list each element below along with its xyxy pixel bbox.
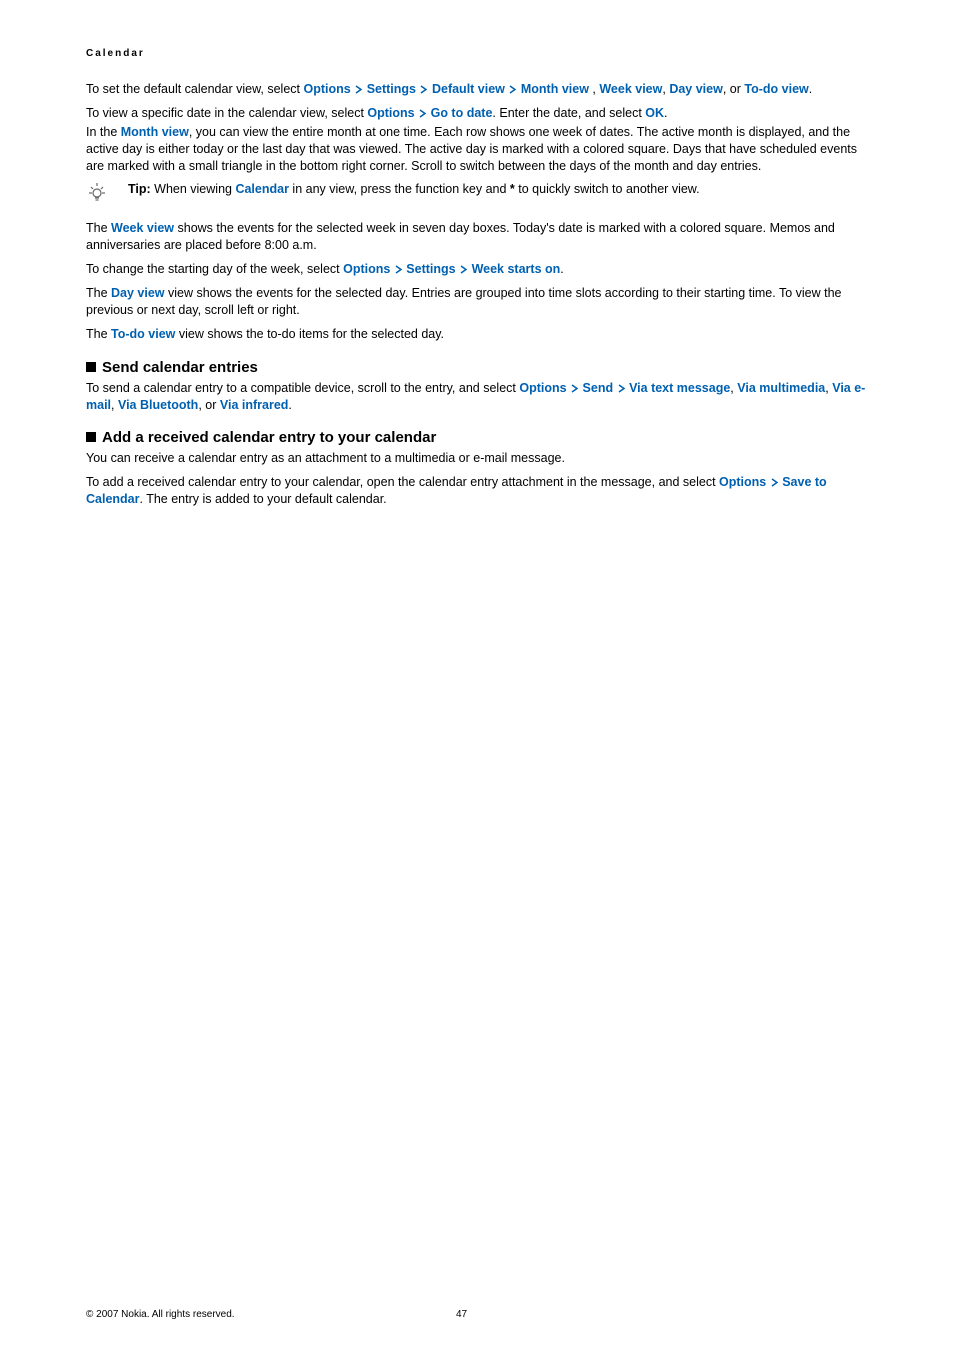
chevron-right-icon bbox=[419, 85, 428, 94]
paragraph-week-view: The Week view shows the events for the s… bbox=[86, 220, 868, 254]
paragraph-month-view: In the Month view, you can view the enti… bbox=[86, 124, 868, 175]
text: , you can view the entire month at one t… bbox=[86, 125, 857, 173]
text: . bbox=[288, 398, 291, 412]
text: shows the events for the selected week i… bbox=[86, 221, 835, 252]
text: view shows the events for the selected d… bbox=[86, 286, 842, 317]
text: , or bbox=[723, 82, 745, 96]
text: To change the starting day of the week, … bbox=[86, 262, 343, 276]
text: , or bbox=[198, 398, 220, 412]
text: . The entry is added to your default cal… bbox=[140, 492, 387, 506]
paragraph-send-entry: To send a calendar entry to a compatible… bbox=[86, 380, 868, 414]
menu-via-infrared: Via infrared bbox=[220, 398, 289, 412]
menu-month-view: Month view bbox=[521, 82, 589, 96]
menu-ok: OK bbox=[645, 106, 664, 120]
chevron-right-icon bbox=[770, 478, 779, 487]
text: When viewing bbox=[154, 182, 235, 196]
menu-todo-view: To-do view bbox=[744, 82, 808, 96]
chevron-right-icon bbox=[418, 109, 427, 118]
term-week-view: Week view bbox=[111, 221, 174, 235]
footer-copyright: © 2007 Nokia. All rights reserved. bbox=[86, 1309, 235, 1320]
tip-lightbulb-icon bbox=[86, 181, 128, 208]
term-day-view: Day view bbox=[111, 286, 165, 300]
menu-via-text: Via text message bbox=[629, 381, 730, 395]
text: To set the default calendar view, select bbox=[86, 82, 304, 96]
paragraph-save-entry: To add a received calendar entry to your… bbox=[86, 474, 868, 508]
page-footer: © 2007 Nokia. All rights reserved. 47 bbox=[86, 1309, 868, 1320]
heading-add-received: Add a received calendar entry to your ca… bbox=[86, 429, 868, 446]
menu-options: Options bbox=[719, 475, 766, 489]
text: To view a specific date in the calendar … bbox=[86, 106, 367, 120]
text: You can receive a calendar entry as an a… bbox=[86, 451, 565, 465]
menu-settings: Settings bbox=[406, 262, 455, 276]
text: The bbox=[86, 221, 111, 235]
chevron-right-icon bbox=[617, 384, 626, 393]
menu-options: Options bbox=[304, 82, 351, 96]
square-bullet-icon bbox=[86, 362, 96, 372]
paragraph-week-starts: To change the starting day of the week, … bbox=[86, 261, 868, 278]
text: The bbox=[86, 327, 111, 341]
square-bullet-icon bbox=[86, 432, 96, 442]
chevron-right-icon bbox=[508, 85, 517, 94]
menu-via-multimedia: Via multimedia bbox=[737, 381, 825, 395]
menu-via-bluetooth: Via Bluetooth bbox=[118, 398, 198, 412]
text: to quickly switch to another view. bbox=[515, 182, 700, 196]
text: in any view, press the function key and bbox=[289, 182, 510, 196]
text: To add a received calendar entry to your… bbox=[86, 475, 719, 489]
text: . bbox=[560, 262, 563, 276]
text: . bbox=[664, 106, 667, 120]
term-month-view: Month view bbox=[121, 125, 189, 139]
menu-options: Options bbox=[343, 262, 390, 276]
menu-options: Options bbox=[519, 381, 566, 395]
chevron-right-icon bbox=[570, 384, 579, 393]
paragraph-goto-date: To view a specific date in the calendar … bbox=[86, 105, 868, 122]
chevron-right-icon bbox=[459, 265, 468, 274]
chevron-right-icon bbox=[394, 265, 403, 274]
text: To send a calendar entry to a compatible… bbox=[86, 381, 519, 395]
menu-settings: Settings bbox=[367, 82, 416, 96]
section-header: Calendar bbox=[86, 48, 868, 59]
menu-send: Send bbox=[583, 381, 614, 395]
heading-send-entries: Send calendar entries bbox=[86, 359, 868, 376]
heading-text: Send calendar entries bbox=[102, 359, 258, 376]
paragraph-todo-view: The To-do view view shows the to-do item… bbox=[86, 326, 868, 343]
text: view shows the to-do items for the selec… bbox=[175, 327, 444, 341]
menu-week-view: Week view bbox=[599, 82, 662, 96]
menu-options: Options bbox=[367, 106, 414, 120]
text: . Enter the date, and select bbox=[492, 106, 645, 120]
chevron-right-icon bbox=[354, 85, 363, 94]
text: The bbox=[86, 286, 111, 300]
menu-default-view: Default view bbox=[432, 82, 505, 96]
text: , bbox=[589, 82, 599, 96]
menu-day-view: Day view bbox=[669, 82, 723, 96]
paragraph-default-view: To set the default calendar view, select… bbox=[86, 81, 868, 98]
tip-block: Tip: When viewing Calendar in any view, … bbox=[86, 181, 868, 208]
text: , bbox=[111, 398, 118, 412]
term-todo-view: To-do view bbox=[111, 327, 175, 341]
term-calendar: Calendar bbox=[235, 182, 289, 196]
menu-goto-date: Go to date bbox=[431, 106, 493, 120]
paragraph-receive-entry: You can receive a calendar entry as an a… bbox=[86, 450, 868, 467]
footer-page-number: 47 bbox=[456, 1309, 467, 1320]
heading-text: Add a received calendar entry to your ca… bbox=[102, 429, 436, 446]
text: . bbox=[809, 82, 812, 96]
text: In the bbox=[86, 125, 121, 139]
paragraph-day-view: The Day view view shows the events for t… bbox=[86, 285, 868, 319]
tip-label: Tip: bbox=[128, 182, 154, 196]
menu-week-starts-on: Week starts on bbox=[472, 262, 561, 276]
